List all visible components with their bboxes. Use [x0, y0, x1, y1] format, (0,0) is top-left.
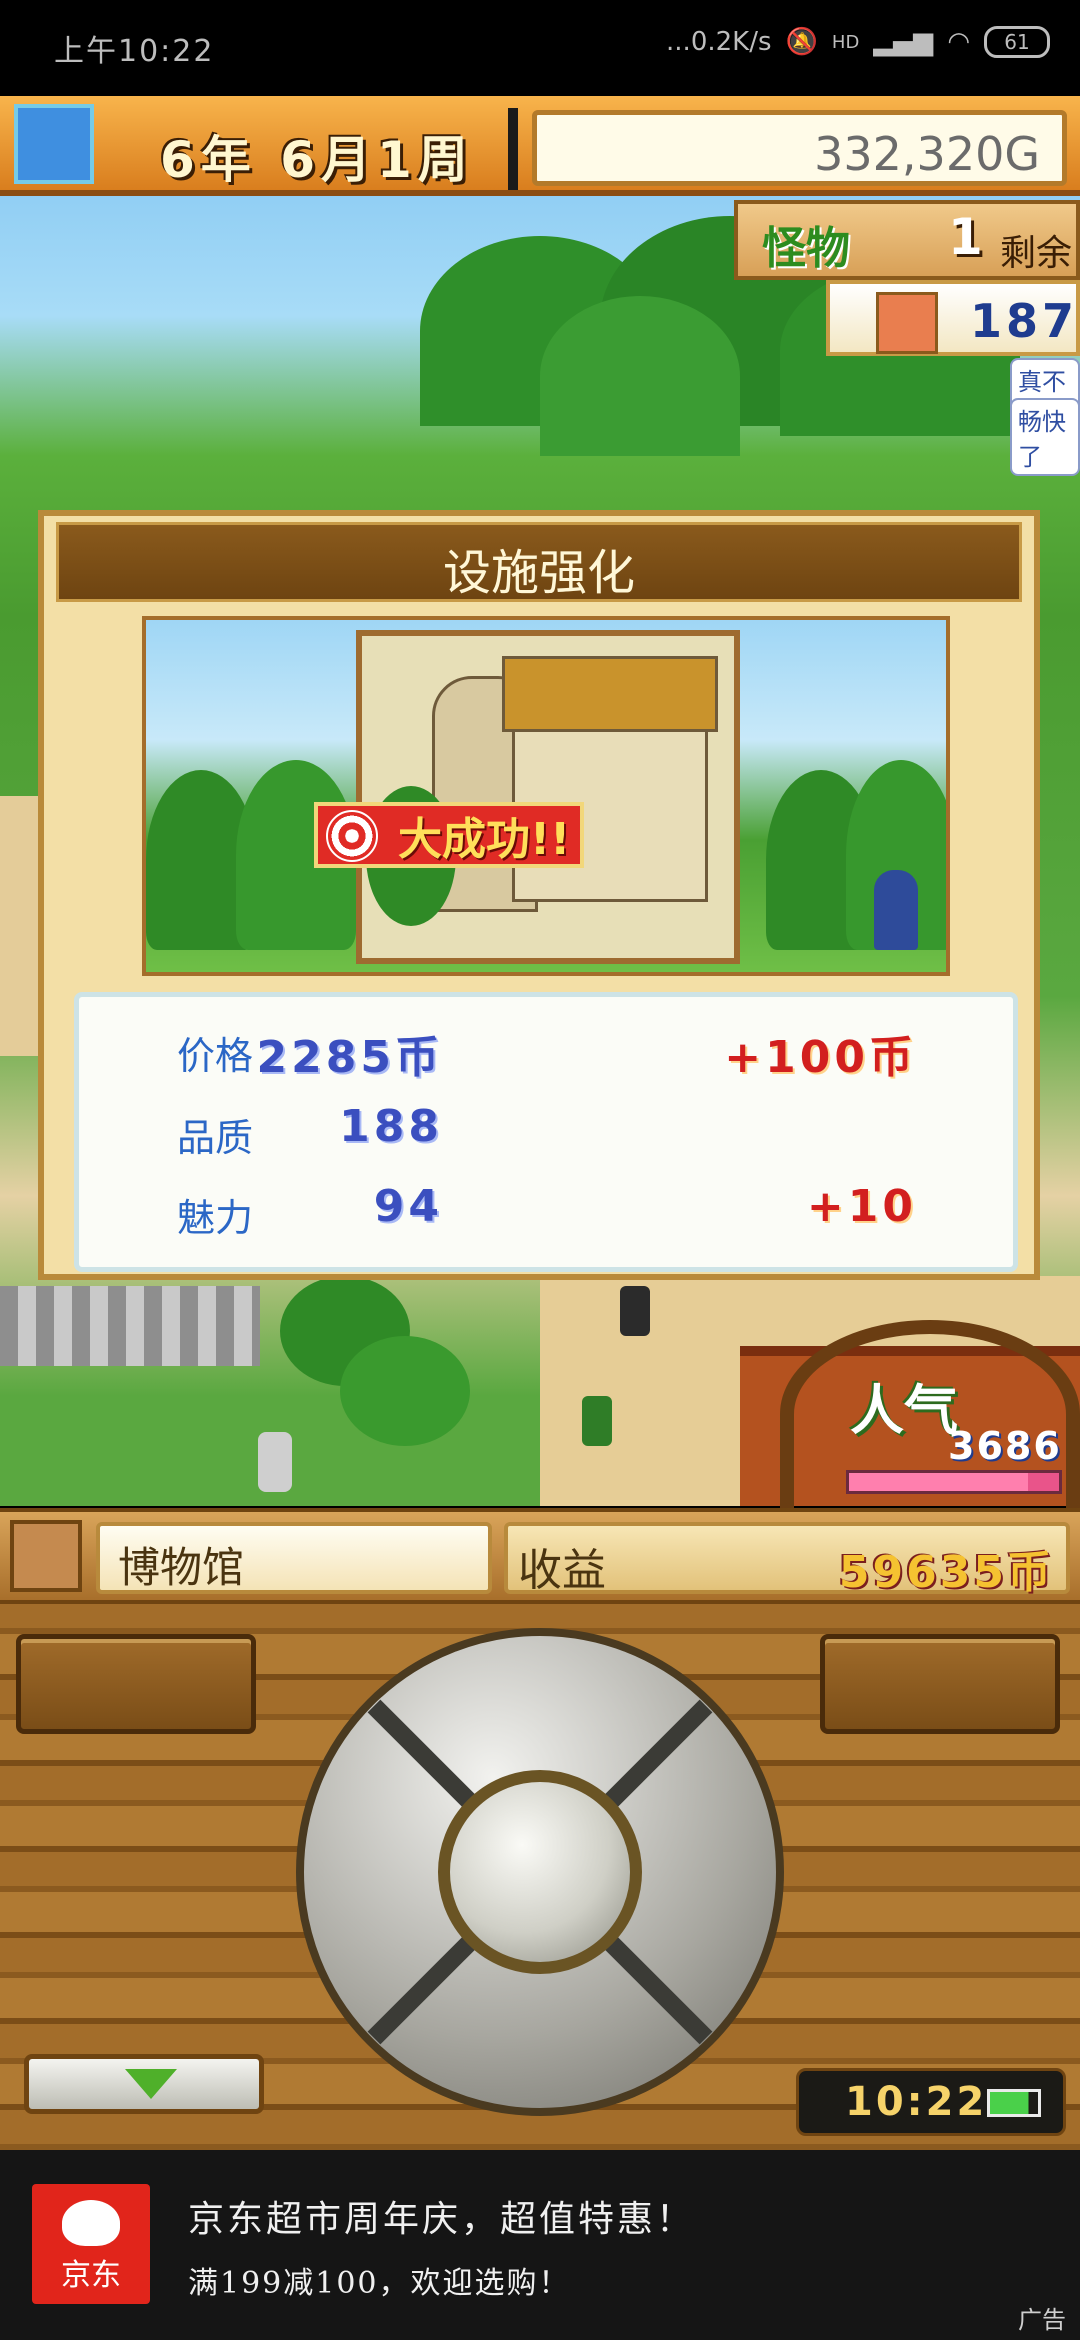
speech-bubble: 畅快了	[1010, 398, 1080, 476]
ad-banner[interactable]: 京东 京东超市周年庆，超值特惠！ 满199减100，欢迎选购！ 广告	[0, 2150, 1080, 2340]
income-value: 59635币	[838, 1547, 1054, 1598]
stat-bonus-price: +100币	[724, 1032, 917, 1083]
jd-mascot-icon	[62, 2200, 120, 2246]
confirm-button[interactable]	[438, 1770, 642, 1974]
status-time: 上午10:22	[54, 34, 215, 69]
stat-value-price: 2285币	[256, 1032, 443, 1083]
stats-panel: 价格 2285币 +100币 品质 188 魅力 94 +10	[74, 992, 1018, 1272]
game-date: 6年 6月1周	[160, 131, 474, 189]
monster-label: 怪物	[762, 223, 850, 274]
battery-icon	[987, 2089, 1041, 2117]
town-count: 187	[970, 294, 1079, 348]
hill	[540, 296, 740, 456]
advisor-avatar[interactable]	[10, 1520, 82, 1592]
right-shoulder-button[interactable]	[820, 1634, 1060, 1734]
ad-tag: 广告	[1018, 2306, 1066, 2334]
town-rank-bar[interactable]: 187	[826, 280, 1080, 356]
museum-roof	[502, 656, 718, 732]
hud-divider	[508, 108, 518, 190]
success-text: 大成功!!	[398, 814, 571, 865]
popularity-label: 人气	[850, 1379, 958, 1442]
left-shoulder-button[interactable]	[16, 1634, 256, 1734]
upgrade-scene	[142, 616, 950, 976]
facility-upgrade-dialog[interactable]: 设施强化 大成功!! 价格 2285币 +100币 品质 188 魅力 94 +…	[38, 510, 1040, 1280]
network-speed: ...0.2K/s	[666, 27, 772, 57]
income-label: 收益	[518, 1545, 606, 1596]
popularity-value: 3686	[948, 1424, 1062, 1468]
facility-name: 博物馆	[118, 1543, 245, 1592]
device-clock: 10:22	[796, 2068, 1066, 2136]
battery-indicator: 61	[984, 26, 1050, 58]
stat-label-quality: 品质	[177, 1116, 254, 1160]
villager-sprite	[620, 1286, 650, 1336]
menu-toggle-button[interactable]	[24, 2054, 264, 2114]
calendar-icon[interactable]	[14, 104, 94, 184]
facility-info-bar: 博物馆 收益 59635币	[0, 1508, 1080, 1604]
money-display: 332,320G	[532, 110, 1067, 186]
income-box: 收益 59635币	[504, 1522, 1070, 1598]
visitor-character	[874, 870, 918, 950]
town-icon	[876, 292, 938, 354]
clock-time: 10:22	[845, 2079, 988, 2125]
facility-name-box[interactable]: 博物馆	[96, 1522, 492, 1594]
statue	[258, 1432, 292, 1492]
network-type: HD	[831, 31, 860, 53]
jd-logo-text: 京东	[61, 2258, 121, 2293]
monster-count: 1	[948, 208, 983, 266]
stat-label-price: 价格	[177, 1034, 254, 1078]
monster-counter: 怪物 1 剩余	[734, 200, 1080, 280]
wifi-icon: ◠	[947, 27, 970, 57]
monster-suffix: 剩余	[1000, 233, 1073, 274]
money-value: 332,320G	[814, 127, 1040, 181]
dialog-titlebar: 设施强化	[56, 522, 1022, 602]
mute-icon: 🔕	[785, 27, 818, 57]
museum-illustration	[356, 630, 740, 964]
tree	[340, 1336, 470, 1446]
stat-bonus-charm: +10	[806, 1181, 917, 1232]
popularity-fill	[849, 1473, 1028, 1491]
stat-value-charm: 94	[373, 1181, 443, 1232]
popularity-bar	[846, 1470, 1062, 1494]
target-icon	[326, 810, 378, 862]
great-success-badge: 大成功!!	[314, 802, 585, 868]
status-bar: 上午10:22 ...0.2K/s 🔕 HD ▂▄▆ ◠ 61	[0, 0, 1080, 96]
jd-logo: 京东	[32, 2184, 150, 2304]
villager-sprite	[582, 1396, 612, 1446]
direction-pad[interactable]	[296, 1628, 784, 2116]
ad-subline: 满199减100，欢迎选购！	[188, 2266, 571, 2301]
stat-value-quality: 188	[339, 1101, 443, 1152]
ad-headline: 京东超市周年庆，超值特惠！	[188, 2199, 696, 2240]
virtual-controller: 10:22	[0, 1604, 1080, 2150]
signal-icon: ▂▄▆	[873, 27, 934, 57]
chevron-down-icon	[125, 2069, 177, 2099]
stat-label-charm: 魅力	[177, 1196, 254, 1240]
stone-fence	[0, 1286, 260, 1366]
status-icons: ...0.2K/s 🔕 HD ▂▄▆ ◠ 61	[666, 26, 1050, 58]
dialog-title: 设施强化	[442, 545, 635, 601]
